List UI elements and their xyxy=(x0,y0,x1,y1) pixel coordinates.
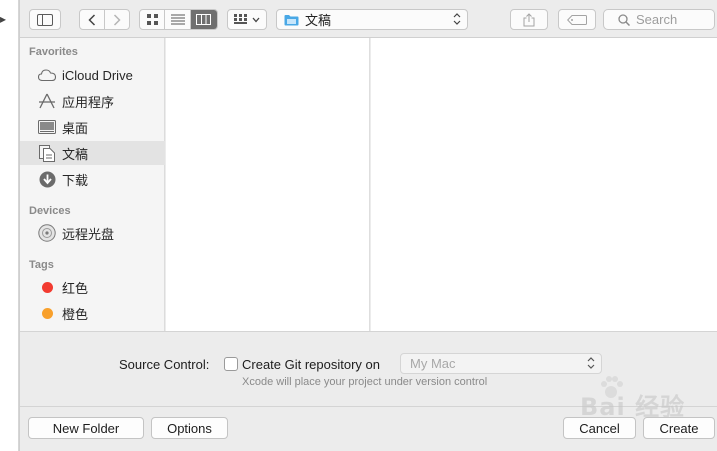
applications-icon xyxy=(38,92,56,110)
cancel-button[interactable]: Cancel xyxy=(563,417,636,439)
save-panel: 文稿 Search Favorites iCloud Drive 应用程序 桌面… xyxy=(19,0,717,451)
chevron-left-icon xyxy=(88,13,95,26)
sidebar-item-label: 橙色 xyxy=(62,306,89,322)
folder-icon xyxy=(284,14,299,25)
sidebar-item-icloud-drive[interactable]: iCloud Drive xyxy=(20,63,165,87)
toolbar: 文稿 Search xyxy=(20,0,717,38)
back-button[interactable] xyxy=(80,10,105,29)
column-view-button[interactable] xyxy=(190,10,217,29)
source-control-note: Xcode will place your project under vers… xyxy=(242,376,488,388)
tag-red-dot-icon xyxy=(38,278,56,296)
accessory-options: Source Control: Create Git repository on… xyxy=(20,331,717,406)
sidebar-item-label: 应用程序 xyxy=(62,94,115,110)
sidebar-item-label: 远程光盘 xyxy=(62,226,115,242)
sidebar-toggle-button[interactable] xyxy=(29,9,61,30)
screen: ▸ 文稿 Search Favorites iCloud Drive 应用程序 … xyxy=(0,0,717,451)
orange-dot-icon xyxy=(41,307,53,319)
share-button[interactable] xyxy=(510,9,548,30)
forward-button[interactable] xyxy=(105,10,129,29)
sidebar-item-applications[interactable]: 应用程序 xyxy=(20,89,165,113)
tag-orange-dot-icon xyxy=(38,304,56,322)
new-folder-button[interactable]: New Folder xyxy=(28,417,144,439)
sidebar-item-documents[interactable]: 文稿 xyxy=(20,141,165,165)
list-view-button[interactable] xyxy=(165,10,191,29)
create-button[interactable]: Create xyxy=(643,417,715,439)
sidebar-section-favorites: Favorites xyxy=(29,46,78,58)
disc-icon xyxy=(38,224,56,242)
icon-view-button[interactable] xyxy=(140,10,166,29)
updown-chevron-icon xyxy=(453,13,461,25)
list-icon xyxy=(170,14,185,25)
red-dot-icon xyxy=(41,281,53,293)
git-location-value: My Mac xyxy=(410,356,456,371)
tag-icon xyxy=(567,14,587,25)
chevron-down-icon xyxy=(252,17,260,22)
arrange-grid-icon xyxy=(234,14,247,24)
sidebar-item-desktop[interactable]: 桌面 xyxy=(20,115,165,139)
updown-chevron-icon xyxy=(587,357,595,369)
share-icon xyxy=(523,12,535,26)
tags-button[interactable] xyxy=(558,9,596,30)
sidebar-item-tag-orange[interactable]: 橙色 xyxy=(20,301,165,325)
search-placeholder: Search xyxy=(636,12,678,27)
sidebar-item-label: 下载 xyxy=(62,172,89,188)
sidebar-item-downloads[interactable]: 下载 xyxy=(20,167,165,191)
columns-icon xyxy=(196,14,212,25)
location-popup[interactable]: 文稿 xyxy=(276,9,468,30)
nav-back-forward xyxy=(79,9,130,30)
sidebar-item-label: 文稿 xyxy=(62,146,89,162)
sidebar-item-remote-disc[interactable]: 远程光盘 xyxy=(20,221,165,245)
sidebar: Favorites iCloud Drive 应用程序 桌面 文稿 下载 Dev… xyxy=(20,38,165,331)
background-window-strip: ▸ xyxy=(0,0,19,451)
chevron-right-icon xyxy=(113,13,121,26)
git-repository-label[interactable]: Create Git repository on xyxy=(242,357,380,372)
view-mode-selector xyxy=(139,9,218,30)
desktop-icon xyxy=(38,118,56,136)
arrange-menu-button[interactable] xyxy=(227,9,267,30)
git-repository-checkbox[interactable] xyxy=(224,357,238,371)
location-label: 文稿 xyxy=(305,13,332,28)
browser-column-2[interactable] xyxy=(371,38,717,331)
sidebar-item-label: iCloud Drive xyxy=(62,67,133,83)
cloud-icon xyxy=(38,66,56,84)
sidebar-section-tags: Tags xyxy=(29,259,54,271)
options-button[interactable]: Options xyxy=(151,417,228,439)
grid-icon xyxy=(146,14,158,25)
documents-icon xyxy=(38,144,56,162)
background-window-glyph: ▸ xyxy=(0,12,7,26)
sidebar-item-label: 桌面 xyxy=(62,120,89,136)
git-location-popup[interactable]: My Mac xyxy=(400,353,602,374)
search-icon xyxy=(618,13,630,26)
bottom-button-bar: New Folder Options Cancel Create xyxy=(20,406,717,451)
search-field[interactable]: Search xyxy=(603,9,715,30)
sidebar-icon xyxy=(37,13,53,26)
sidebar-item-label: 红色 xyxy=(62,280,89,296)
browser-column-1[interactable] xyxy=(166,38,370,331)
sidebar-section-devices: Devices xyxy=(29,205,71,217)
downloads-icon xyxy=(38,170,56,188)
source-control-label: Source Control: xyxy=(119,357,210,372)
sidebar-item-tag-red[interactable]: 红色 xyxy=(20,275,165,299)
